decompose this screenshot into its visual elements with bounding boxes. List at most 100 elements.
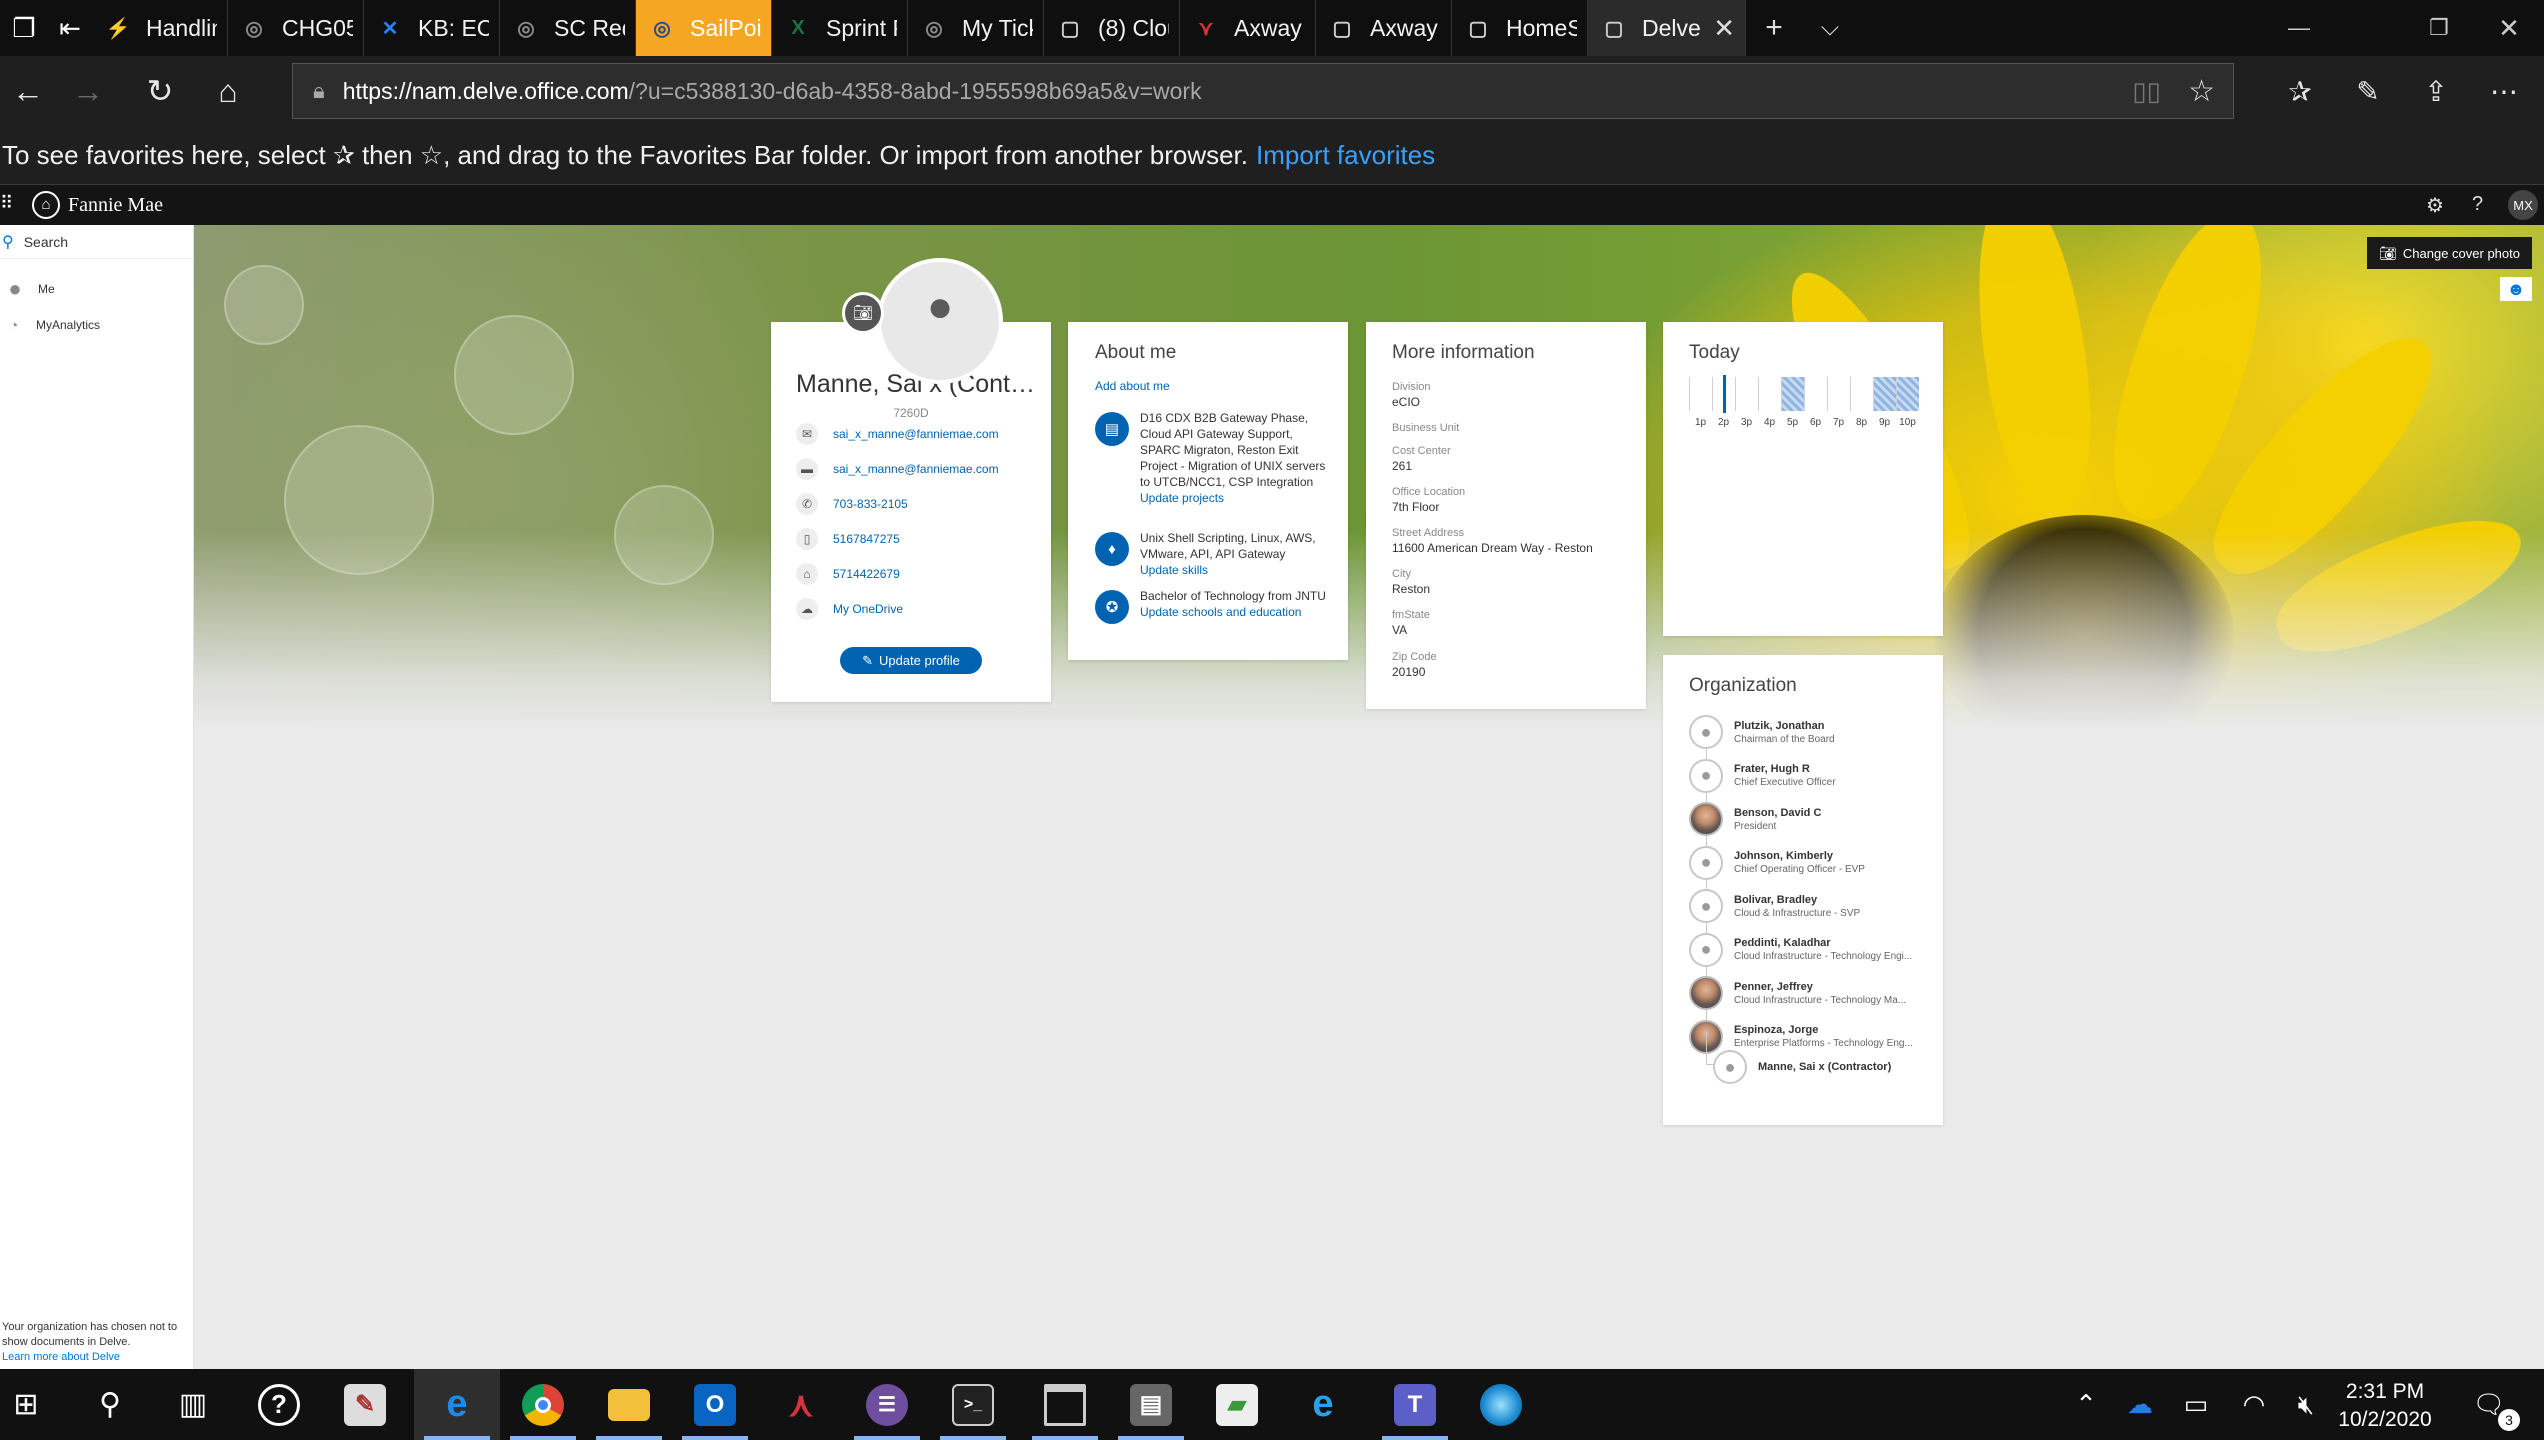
tab-5[interactable]: ◎ SailPoint I <box>636 0 772 56</box>
hour-slot[interactable] <box>1689 377 1712 411</box>
contact-value[interactable]: 703-833-2105 <box>833 497 908 511</box>
battery-icon[interactable]: ▭ <box>2174 1369 2218 1440</box>
refresh-button[interactable]: ↻ <box>132 64 188 118</box>
nav-item-myanalytics[interactable]: ◔ MyAnalytics <box>0 307 193 343</box>
tab-preview-icon[interactable]: ⇤ <box>48 0 92 56</box>
set-aside-tabs-icon[interactable]: ❐ <box>0 0 48 56</box>
file-explorer-icon[interactable] <box>586 1369 672 1440</box>
contact-chat[interactable]: ▬ sai_x_manne@fanniemae.com <box>796 456 999 482</box>
update-projects-link[interactable]: Update projects <box>1140 490 1335 506</box>
org-self[interactable]: ● Manne, Sai x (Contractor) <box>1713 1049 1891 1085</box>
minimize-button[interactable]: — <box>2264 0 2334 56</box>
add-about-me-link[interactable]: Add about me <box>1095 379 1170 393</box>
contact-home-phone[interactable]: ⌂ 5714422679 <box>796 561 900 587</box>
more-menu-icon[interactable]: ⋯ <box>2476 68 2532 114</box>
tab-12[interactable]: ▢ Delve ✕ <box>1588 0 1746 56</box>
org-person[interactable]: Penner, Jeffrey Cloud Infrastructure - Te… <box>1689 975 1919 1011</box>
profile-photo[interactable]: ● <box>877 258 1003 384</box>
tab-1[interactable]: ⚡ Handling <box>92 0 228 56</box>
favorites-list-icon[interactable]: ✰ <box>2272 68 2328 114</box>
tab-2[interactable]: ◎ CHG0557 <box>228 0 364 56</box>
hour-slot[interactable] <box>1758 377 1781 411</box>
chrome-icon[interactable] <box>500 1369 586 1440</box>
contact-value[interactable]: sai_x_manne@fanniemae.com <box>833 427 999 441</box>
org-person[interactable]: ● Peddinti, Kaladhar Cloud Infrastructure … <box>1689 932 1919 968</box>
internet-explorer-icon[interactable]: e <box>1280 1369 1366 1440</box>
volume-muted-icon[interactable]: 🔇︎ <box>2284 1369 2328 1440</box>
hour-slot[interactable] <box>1827 377 1850 411</box>
org-person[interactable]: ● Johnson, Kimberly Chief Operating Office… <box>1689 845 1919 881</box>
feedback-smiley-icon[interactable]: ☻ <box>2500 277 2532 301</box>
update-profile-button[interactable]: ✎ Update profile <box>840 647 982 674</box>
teams-icon[interactable]: T <box>1372 1369 1458 1440</box>
pen-notes-icon[interactable]: ✎ <box>2340 68 2396 114</box>
taskbar-search-icon[interactable]: ⚲ <box>70 1369 150 1440</box>
org-person[interactable]: Benson, David C President <box>1689 801 1919 837</box>
tab-4[interactable]: ◎ SC Reque <box>500 0 636 56</box>
home-button[interactable]: ⌂ <box>200 64 256 118</box>
contact-value[interactable]: 5167847275 <box>833 532 900 546</box>
onedrive-tray-icon[interactable]: ☁ <box>2118 1369 2162 1440</box>
hour-slot[interactable] <box>1896 377 1919 411</box>
tab-6[interactable]: X Sprint Pla <box>772 0 908 56</box>
org-person[interactable]: ● Frater, Hugh R Chief Executive Officer <box>1689 758 1919 794</box>
hour-slot[interactable] <box>1804 377 1827 411</box>
tab-8[interactable]: ▢ (8) Cloud <box>1044 0 1180 56</box>
clipboard-app-icon[interactable]: ▤ <box>1108 1369 1194 1440</box>
start-windows-icon[interactable]: ⊞ <box>0 1369 52 1440</box>
tab-11[interactable]: ▢ HomeSite <box>1452 0 1588 56</box>
org-person[interactable]: ● Plutzik, Jonathan Chairman of the Board <box>1689 714 1919 750</box>
contact-onedrive[interactable]: ☁ My OneDrive <box>796 596 903 622</box>
globe-app-icon[interactable] <box>1458 1369 1544 1440</box>
hour-slot[interactable] <box>1781 377 1804 411</box>
forward-button[interactable]: → <box>60 64 116 118</box>
app-redstripe-icon[interactable]: ⋏ <box>758 1369 844 1440</box>
change-cover-photo-button[interactable]: 📷︎ Change cover photo <box>2367 237 2532 269</box>
import-favorites-link[interactable]: Import favorites <box>1256 140 1435 171</box>
org-person[interactable]: ● Bolivar, Bradley Cloud & Infrastructure … <box>1689 888 1919 924</box>
show-hidden-icons-chevron[interactable]: ⌃ <box>2066 1369 2106 1440</box>
window-app-icon[interactable] <box>1022 1369 1108 1440</box>
app-launcher-icon[interactable]: ⠿ <box>0 193 13 214</box>
restore-button[interactable]: ❐ <box>2404 0 2474 56</box>
terminal-icon[interactable]: >_ <box>930 1369 1016 1440</box>
contact-phone[interactable]: ✆ 703-833-2105 <box>796 491 908 517</box>
contact-value[interactable]: sai_x_manne@fanniemae.com <box>833 462 999 476</box>
close-tab-icon[interactable]: ✕ <box>1713 13 1735 44</box>
share-icon[interactable]: ⇪ <box>2408 68 2464 114</box>
nav-item-me[interactable]: ● Me <box>0 271 193 307</box>
new-tab-button[interactable]: + <box>1746 0 1802 56</box>
contact-email[interactable]: ✉ sai_x_manne@fanniemae.com <box>796 421 999 447</box>
chart-app-icon[interactable]: ▰ <box>1194 1369 1280 1440</box>
tab-list-chevron-icon[interactable]: ⌵ <box>1802 0 1858 56</box>
help-app-icon[interactable]: ? <box>236 1369 322 1440</box>
update-skills-link[interactable]: Update skills <box>1140 562 1335 578</box>
tab-7[interactable]: ◎ My Ticket <box>908 0 1044 56</box>
tab-3[interactable]: ✕ KB: EC2 C <box>364 0 500 56</box>
hour-slot[interactable] <box>1850 377 1873 411</box>
wifi-icon[interactable]: ◠ <box>2232 1369 2276 1440</box>
reading-view-icon[interactable]: ▯▯ <box>2132 76 2161 107</box>
task-view-icon[interactable]: ▥ <box>150 1369 236 1440</box>
edge-browser-icon[interactable]: e <box>414 1369 500 1440</box>
learn-more-link[interactable]: Learn more about Delve <box>2 1350 192 1365</box>
address-bar[interactable]: 🔒︎ https://nam.delve.office.com/?u=c5388… <box>292 63 2234 119</box>
help-icon[interactable]: ? <box>2472 193 2483 216</box>
tab-10[interactable]: ▢ Axway AF <box>1316 0 1452 56</box>
user-avatar[interactable]: MX <box>2508 190 2538 220</box>
tab-9[interactable]: ⋎ Axway Su <box>1180 0 1316 56</box>
eclipse-icon[interactable]: ☰ <box>844 1369 930 1440</box>
back-button[interactable]: ← <box>0 64 56 118</box>
settings-gear-icon[interactable]: ⚙ <box>2426 193 2444 218</box>
system-clock[interactable]: 2:31 PM 10/2/2020 <box>2330 1378 2440 1434</box>
search-box[interactable]: ⚲ Search <box>0 225 193 259</box>
outlook-icon[interactable]: O <box>672 1369 758 1440</box>
close-window-button[interactable]: ✕ <box>2474 0 2544 56</box>
hour-slot[interactable] <box>1873 377 1896 411</box>
update-education-link[interactable]: Update schools and education <box>1140 604 1326 620</box>
hour-slot[interactable] <box>1735 377 1758 411</box>
contact-value[interactable]: 5714422679 <box>833 567 900 581</box>
paint-app-icon[interactable]: ✎ <box>322 1369 408 1440</box>
add-favorite-star-icon[interactable]: ☆ <box>2188 74 2215 109</box>
contact-value[interactable]: My OneDrive <box>833 602 903 616</box>
